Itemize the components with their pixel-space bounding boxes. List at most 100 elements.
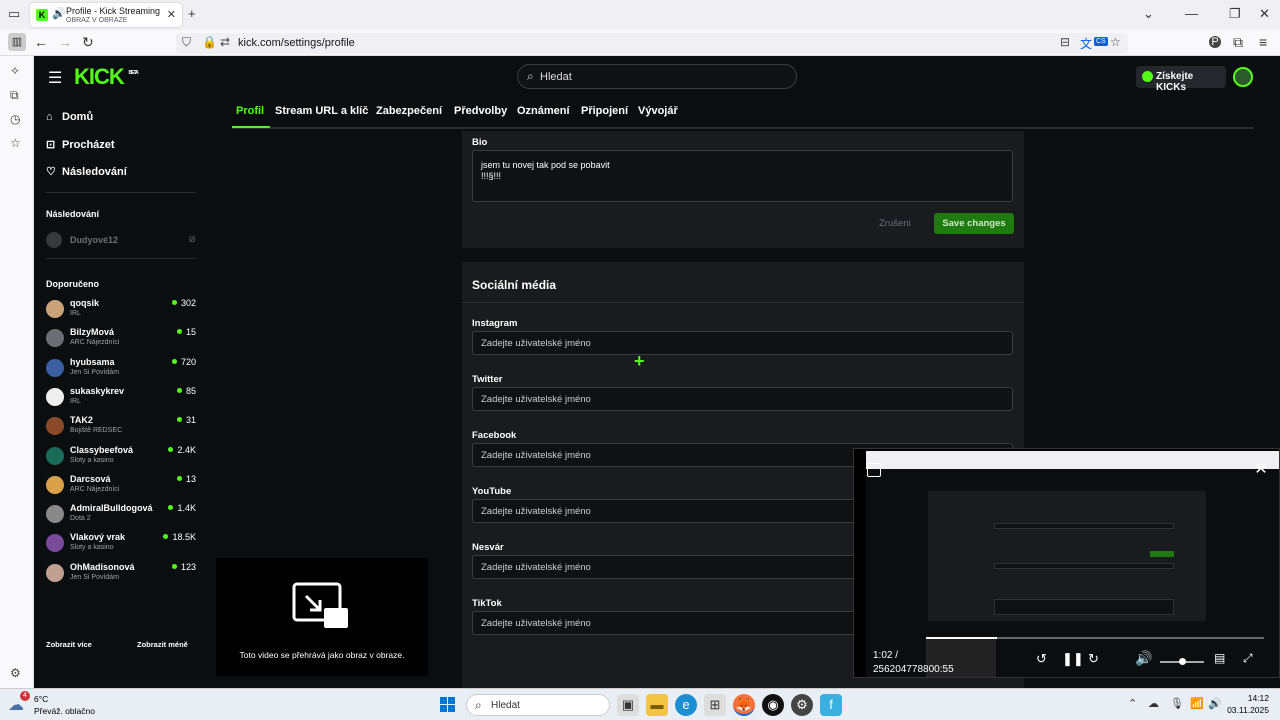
pip-video	[866, 451, 1279, 677]
pip-window[interactable]: ✕ 1:02 /256204778800:55 ↺ ❚❚ ↻ 🔊 ▤ ⤢	[853, 448, 1280, 678]
nav-browse[interactable]: ⊡ Procházet	[46, 138, 115, 151]
start-windows-icon[interactable]	[440, 697, 456, 713]
pip-close-icon[interactable]: ✕	[1251, 460, 1271, 480]
shield-icon[interactable]: ⛉	[182, 35, 191, 50]
captions-icon[interactable]: ▤	[1214, 651, 1225, 665]
pip-progress-bar[interactable]	[926, 637, 1264, 639]
bookmarks-icon[interactable]: ☆	[10, 136, 21, 150]
translate-icon[interactable]: 文	[1080, 35, 1092, 52]
reload-icon[interactable]: ↻	[82, 34, 94, 51]
customize-icon[interactable]: ⚙	[10, 666, 21, 680]
history-icon[interactable]: ◷	[10, 112, 20, 126]
task-view-icon[interactable]: ▣	[617, 694, 639, 716]
extensions-icon[interactable]: ⧉	[1233, 34, 1243, 51]
recommended-channel[interactable]: OhMadisonová Jen Si Povídám 123	[46, 562, 196, 586]
microphone-icon[interactable]: 🎙	[1170, 697, 1184, 710]
recommended-channel[interactable]: BilzyMová ARC Nájezdníci 15	[46, 327, 196, 351]
forward-10-icon[interactable]: ↻	[1088, 651, 1099, 667]
file-explorer-icon[interactable]: ▬	[646, 694, 668, 716]
input-placeholder: Zadejte uživatelské jméno	[481, 394, 591, 405]
url-bar[interactable]: ⛉ 🔒 ⇄ kick.com/settings/profile ⊟ 文 CS ☆	[176, 33, 1128, 54]
viewer-count: 2.4K	[168, 445, 196, 455]
kick-logo[interactable]: KICK BETA	[74, 64, 139, 90]
show-more-link[interactable]: Zobrazit více	[46, 640, 92, 649]
pip-return-tab-icon[interactable]	[867, 463, 881, 477]
tab-developer[interactable]: Vývojář	[638, 105, 678, 117]
social-username-input[interactable]: Zadejte uživatelské jméno	[472, 331, 1013, 355]
rewind-10-icon[interactable]: ↺	[1036, 651, 1047, 667]
social-field-label: Instagram	[472, 318, 518, 329]
get-kicks-button[interactable]: Získejte KICKs	[1136, 66, 1226, 93]
recommended-channel[interactable]: qoqsik IRL 302	[46, 298, 196, 322]
reader-view-icon[interactable]: ⊟	[1060, 35, 1070, 49]
taskbar-search[interactable]: ⌕ Hledat	[466, 694, 610, 716]
close-window-icon[interactable]: ✕	[1259, 6, 1270, 22]
nav-home[interactable]: ⌂ Domů	[46, 111, 93, 123]
input-placeholder: Zadejte uživatelské jméno	[481, 450, 591, 461]
recommended-channel[interactable]: hyubsama Jen Si Povídám 720	[46, 357, 196, 381]
user-avatar[interactable]	[1233, 67, 1253, 87]
forward-icon[interactable]: →	[58, 34, 72, 50]
speaker-icon[interactable]: 🔊	[1208, 697, 1222, 710]
weather-widget[interactable]: ☁ 4 6°C Převáž. oblačno	[8, 691, 108, 717]
tab-connections[interactable]: Připojení	[581, 105, 628, 117]
channel-name: Classybeefová	[70, 444, 134, 455]
nav-following[interactable]: ♡ Následování	[46, 165, 127, 178]
browser-tab[interactable]: K 🔊 Profile - Kick Streaming OBRAZ V OBR…	[30, 3, 182, 27]
recommended-channel[interactable]: Darcsová ARC Nájezdníci 13	[46, 474, 196, 498]
obs-icon[interactable]: ◉	[762, 694, 784, 716]
restore-icon[interactable]: ❐	[1229, 6, 1241, 22]
permissions-icon[interactable]: ⇄	[220, 35, 230, 49]
minimize-icon[interactable]: —	[1185, 6, 1198, 21]
recommended-channel[interactable]: Classybeefová Sloty a kasino 2.4K	[46, 445, 196, 469]
speaker-icon[interactable]: 🔊	[52, 7, 66, 20]
back-icon[interactable]: ←	[34, 34, 48, 50]
pip-volume-slider[interactable]	[1160, 658, 1204, 665]
volume-icon[interactable]: 🔊	[1135, 650, 1152, 667]
volume-knob[interactable]	[1179, 658, 1186, 665]
sidebar-toggle-icon[interactable]: ▥	[8, 33, 26, 51]
hamburger-menu-icon[interactable]: ☰	[48, 68, 62, 88]
social-username-input[interactable]: Zadejte uživatelské jméno	[472, 387, 1013, 411]
recommended-channel[interactable]: TAK2 Bojiště REDSEC 31	[46, 415, 196, 439]
pause-icon[interactable]: ❚❚	[1062, 651, 1084, 667]
tray-overflow-icon[interactable]: ⌃	[1128, 697, 1137, 710]
channel-category: IRL	[70, 397, 81, 405]
onedrive-icon[interactable]: ☁	[1148, 697, 1159, 710]
show-less-link[interactable]: Zobrazit méně	[137, 640, 188, 649]
menu-icon[interactable]: ≡	[1259, 34, 1267, 50]
save-changes-button[interactable]: Save changes	[934, 213, 1014, 234]
offline-icon: ⊘	[188, 234, 196, 244]
recommended-channel[interactable]: AdmiralBulldogová Dota 2 1.4K	[46, 503, 196, 527]
translate-badge[interactable]: CS	[1094, 37, 1108, 46]
recommended-channel[interactable]: sukaskykrev IRL 85	[46, 386, 196, 410]
tab-overview-icon[interactable]: ▭	[8, 6, 20, 22]
search-input[interactable]: ⌕ Hledat	[517, 64, 797, 89]
bio-textarea[interactable]: jsem tu novej tak pod se pobavit !!!§!!!	[472, 150, 1013, 202]
ai-chat-icon[interactable]: ✧	[10, 64, 20, 78]
clock[interactable]: 14:12 03.11.2025	[1225, 692, 1269, 716]
tab-notifications[interactable]: Oznámení	[517, 105, 570, 117]
store-icon[interactable]: ⊞	[704, 694, 726, 716]
wifi-icon[interactable]: 📶	[1190, 697, 1204, 710]
tab-stream-key[interactable]: Stream URL a klíč	[275, 105, 368, 117]
pip-placeholder[interactable]: Toto video se přehrává jako obraz v obra…	[216, 558, 428, 676]
synced-tabs-icon[interactable]: ⧉	[10, 88, 19, 103]
new-tab-icon[interactable]: +	[188, 6, 196, 21]
steam-icon[interactable]: ⚙	[791, 694, 813, 716]
close-tab-icon[interactable]: ✕	[167, 8, 176, 21]
tab-profile[interactable]: Profil	[236, 105, 264, 117]
cancel-button[interactable]: Zrušeni	[879, 218, 911, 229]
app-icon[interactable]: f	[820, 694, 842, 716]
recommended-channel[interactable]: Vlakový vrak Sloty a kasino 18.5K	[46, 532, 196, 556]
pocket-icon[interactable]: P	[1209, 36, 1221, 48]
followed-channel[interactable]: Dudyové12 ⊘	[46, 232, 196, 248]
lock-icon[interactable]: 🔒	[202, 35, 217, 49]
edge-icon[interactable]: e	[675, 694, 697, 716]
firefox-icon[interactable]: 🦊	[733, 694, 755, 716]
tab-security[interactable]: Zabezpečení	[376, 105, 442, 117]
fullscreen-icon[interactable]: ⤢	[1243, 651, 1253, 666]
bookmark-star-icon[interactable]: ☆	[1110, 35, 1121, 49]
tab-list-icon[interactable]: ⌄	[1143, 6, 1154, 22]
tab-preferences[interactable]: Předvolby	[454, 105, 507, 117]
